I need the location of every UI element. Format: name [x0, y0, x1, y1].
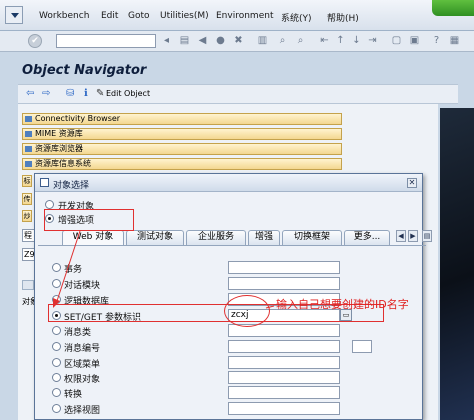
radio-authorization-object-label: 权限对象: [64, 375, 101, 385]
first-page-icon[interactable]: ⇤: [318, 34, 331, 47]
new-session-icon[interactable]: ▢: [390, 34, 403, 47]
dropdown-icon[interactable]: ◂: [160, 34, 173, 47]
left-scroll-button[interactable]: [22, 280, 34, 290]
radio-transformation[interactable]: [52, 388, 61, 397]
mime-repository-button[interactable]: MIME 资源库: [22, 128, 342, 140]
enter-check-icon[interactable]: ✔: [28, 34, 42, 48]
dialog-module-input[interactable]: [228, 277, 340, 290]
message-number-input[interactable]: [228, 340, 340, 353]
tab-scroll-left-icon[interactable]: ◀: [396, 230, 406, 242]
radio-message-number[interactable]: [52, 342, 61, 351]
tab-scroll-right-icon[interactable]: ▶: [408, 230, 418, 242]
annotation-ellipse-input: [224, 295, 270, 327]
radio-transaction-label: 事务: [64, 265, 83, 275]
menu-workbench[interactable]: Workbench: [39, 11, 89, 21]
dialog-title: 对象选择: [53, 181, 90, 191]
transformation-input[interactable]: [228, 386, 340, 399]
left-tab-3[interactable]: 炒: [22, 210, 32, 222]
repository-info-system-button[interactable]: 资源库信息系统: [22, 158, 342, 170]
area-menu-input[interactable]: [228, 356, 340, 369]
left-tab-1[interactable]: 标: [22, 175, 32, 187]
radio-dialog-module[interactable]: [52, 279, 61, 288]
menu-utilities[interactable]: Utilities(M): [160, 11, 209, 21]
annotation-box-enhancement: [44, 209, 134, 231]
message-number-suffix-input[interactable]: [352, 340, 372, 353]
page-title: Object Navigator: [22, 63, 147, 78]
help-icon[interactable]: ?: [430, 34, 443, 47]
authorization-object-input[interactable]: [228, 371, 340, 384]
hierarchy-icon[interactable]: ⛁: [66, 88, 74, 99]
radio-message-class-label: 消息类: [64, 328, 92, 338]
dialog-title-bar: 对象选择 ✕: [35, 174, 422, 192]
sap-logo-corner: [432, 0, 474, 16]
menu-goto[interactable]: Goto: [128, 11, 150, 21]
menu-system[interactable]: 系统(Y): [281, 11, 312, 24]
tab-list-icon[interactable]: ▤: [422, 230, 432, 242]
edit-object-icon[interactable]: ✎: [96, 88, 104, 99]
find-icon[interactable]: ⌕: [276, 34, 289, 47]
radio-dialog-module-label: 对话模块: [64, 281, 101, 291]
tab-content-border: [38, 245, 426, 246]
radio-transaction[interactable]: [52, 263, 61, 272]
find-next-icon[interactable]: ⌕: [294, 34, 307, 47]
tab-test-objects[interactable]: 测试对象: [126, 230, 184, 245]
radio-development-objects[interactable]: [45, 200, 54, 209]
radio-transformation-label: 转换: [64, 390, 83, 400]
tab-enhancements[interactable]: 增强: [248, 230, 280, 245]
edit-object-button[interactable]: Edit Object: [106, 89, 150, 98]
annotation-text: 输入自己想要创建的ID名字: [276, 298, 409, 311]
radio-message-number-label: 消息编号: [64, 344, 101, 354]
menu-environment[interactable]: Environment: [216, 11, 273, 21]
connectivity-browser-button[interactable]: Connectivity Browser: [22, 113, 342, 125]
shortcut-icon[interactable]: ▣: [408, 34, 421, 47]
transaction-input[interactable]: [228, 261, 340, 274]
menu-edit[interactable]: Edit: [101, 11, 118, 21]
left-tab-2[interactable]: 传: [22, 193, 32, 205]
close-icon[interactable]: ✕: [407, 178, 417, 188]
radio-area-menu-label: 区域菜单: [64, 360, 101, 370]
back-icon[interactable]: ◀: [196, 34, 209, 47]
radio-logical-database[interactable]: [52, 295, 61, 304]
next-page-icon[interactable]: ↓: [350, 34, 363, 47]
system-menu-icon[interactable]: [5, 6, 23, 24]
dialog-window-icon: [40, 178, 49, 187]
menu-help[interactable]: 帮助(H): [327, 11, 359, 24]
save-icon[interactable]: ▤: [178, 34, 191, 47]
exit-icon[interactable]: ●: [214, 34, 227, 47]
prev-page-icon[interactable]: ↑: [334, 34, 347, 47]
repository-browser-button[interactable]: 资源库浏览器: [22, 143, 342, 155]
tab-more[interactable]: 更多...: [344, 230, 390, 245]
radio-selection-view[interactable]: [52, 404, 61, 413]
radio-selection-view-label: 选择视图: [64, 406, 101, 416]
command-field[interactable]: [56, 34, 156, 48]
radio-area-menu[interactable]: [52, 358, 61, 367]
selection-view-input[interactable]: [228, 402, 340, 415]
tab-web-objects[interactable]: Web 对象: [62, 230, 124, 245]
forward-arrow-icon[interactable]: ⇨: [42, 88, 50, 99]
radio-authorization-object[interactable]: [52, 373, 61, 382]
background-image: [440, 108, 474, 420]
last-page-icon[interactable]: ⇥: [366, 34, 379, 47]
tab-enterprise-services[interactable]: 企业服务: [186, 230, 246, 245]
radio-message-class[interactable]: [52, 326, 61, 335]
info-icon[interactable]: ℹ: [84, 88, 88, 99]
back-arrow-icon[interactable]: ⇦: [26, 88, 34, 99]
cancel-icon[interactable]: ✖: [232, 34, 245, 47]
layout-icon[interactable]: ▦: [448, 34, 461, 47]
print-icon[interactable]: ▥: [256, 34, 269, 47]
tab-switch-framework[interactable]: 切换框架: [282, 230, 342, 245]
